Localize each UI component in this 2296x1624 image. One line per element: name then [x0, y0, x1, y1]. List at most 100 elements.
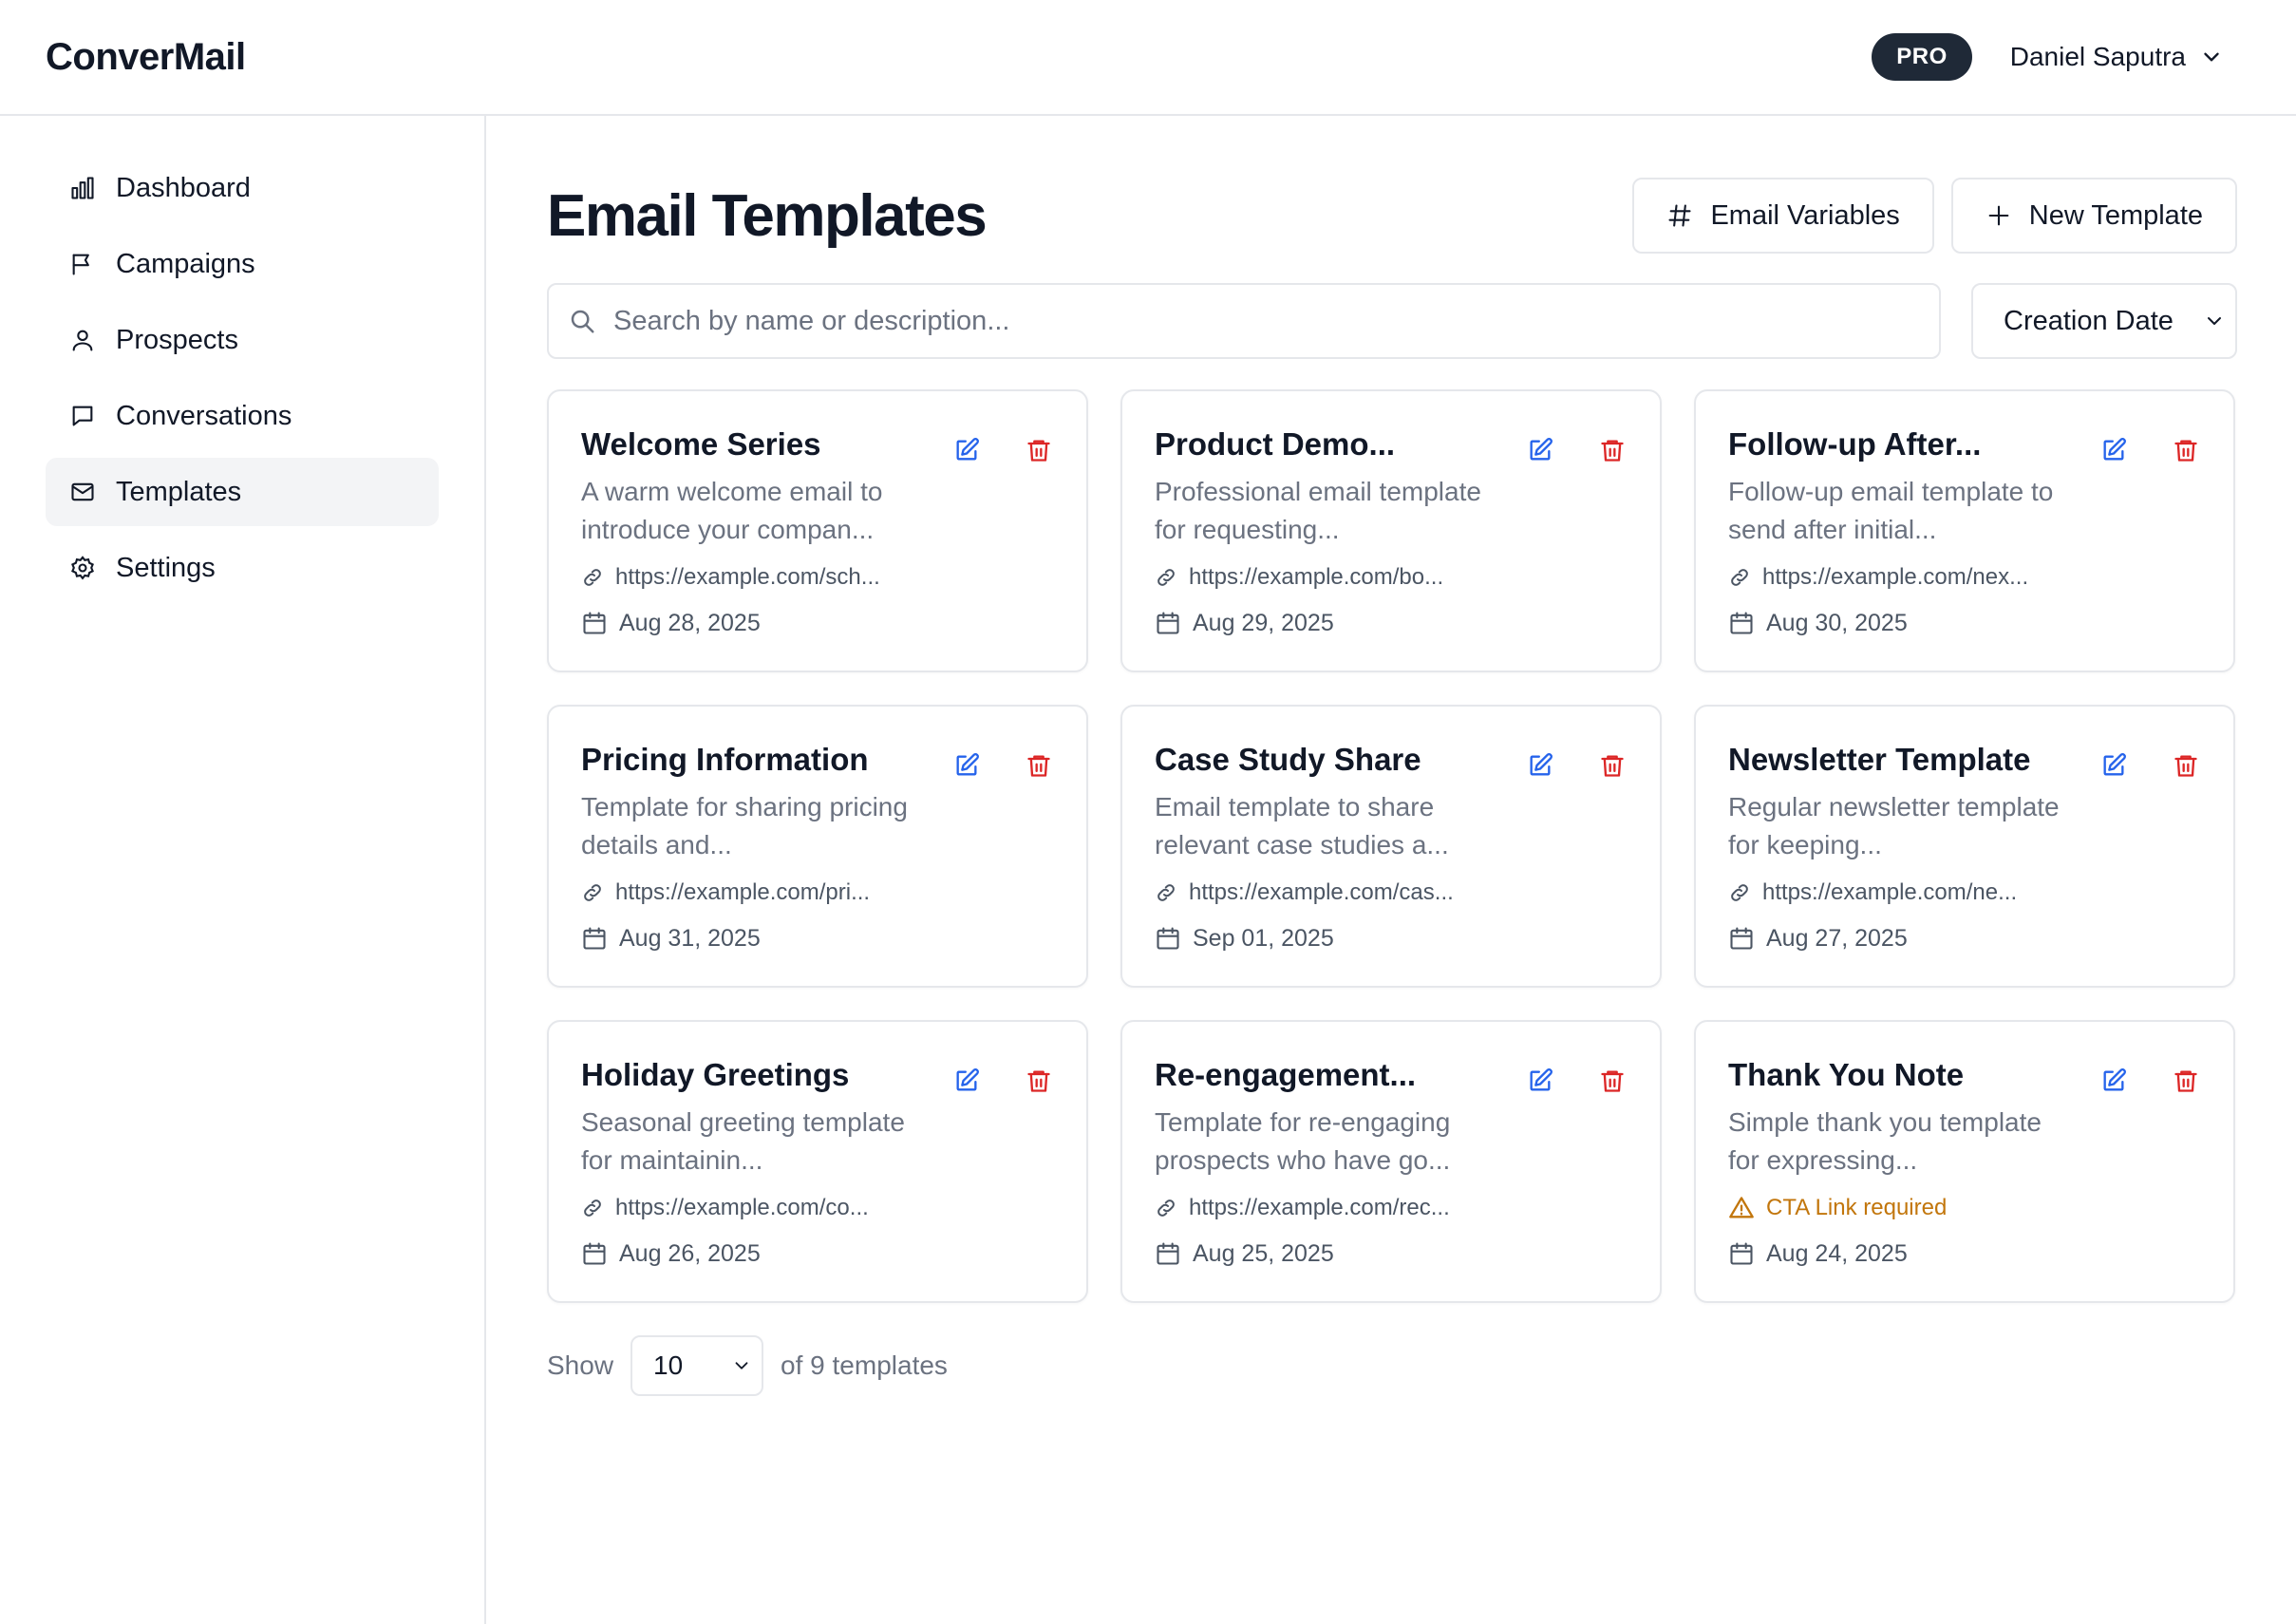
chevron-down-icon [735, 1362, 748, 1369]
app-logo[interactable]: ConverMail [46, 36, 246, 79]
plan-badge: PRO [1872, 33, 1972, 81]
delete-button[interactable] [1597, 1066, 1628, 1096]
card-actions [1525, 1066, 1628, 1096]
template-card[interactable]: Thank You Note Simple thank you template… [1694, 1020, 2235, 1303]
delete-button[interactable] [1024, 435, 1054, 465]
edit-button[interactable] [2098, 750, 2129, 781]
template-title: Product Demo... [1155, 426, 1396, 462]
edit-button[interactable] [1525, 750, 1555, 781]
edit-button[interactable] [2098, 435, 2129, 465]
link-icon [1731, 569, 1748, 586]
delete-button[interactable] [1597, 435, 1628, 465]
template-card[interactable]: Re-engagement... Template for re-engagin… [1120, 1020, 1662, 1303]
template-date-text: Aug 24, 2025 [1766, 1239, 1908, 1267]
delete-button[interactable] [2171, 435, 2201, 465]
card-actions [2098, 1066, 2201, 1096]
chart-bar-icon [68, 174, 97, 202]
search-input[interactable] [613, 305, 1920, 337]
delete-button[interactable] [1024, 750, 1054, 781]
template-card[interactable]: Case Study Share Email template to share… [1120, 705, 1662, 988]
email-variables-label: Email Variables [1710, 199, 1900, 231]
edit-icon [1530, 753, 1553, 776]
calendar-icon [583, 612, 606, 634]
template-date-text: Aug 28, 2025 [619, 609, 761, 636]
user-menu[interactable]: Daniel Saputra [2010, 42, 2224, 72]
page-title: Email Templates [547, 182, 988, 249]
edit-button[interactable] [2098, 1066, 2129, 1096]
trash-icon [1601, 1070, 1624, 1092]
email-variables-button[interactable]: Email Variables [1632, 178, 1934, 254]
edit-button[interactable] [1525, 1066, 1555, 1096]
template-card[interactable]: Welcome Series A warm welcome email to i… [547, 389, 1088, 672]
chevron-down-icon [2204, 52, 2219, 62]
template-description: Template for sharing pricing details and… [581, 792, 908, 859]
sidebar-item-label: Templates [116, 476, 242, 507]
sidebar-item-dashboard[interactable]: Dashboard [46, 154, 439, 222]
card-actions [2098, 750, 2201, 781]
sidebar-item-settings[interactable]: Settings [46, 534, 439, 602]
edit-button[interactable] [951, 750, 982, 781]
edit-icon [2103, 1068, 2126, 1091]
edit-button[interactable] [951, 435, 982, 465]
template-description: Professional email template for requesti… [1155, 477, 1481, 544]
template-date: Sep 01, 2025 [1155, 921, 1628, 955]
link-icon [584, 884, 601, 901]
edit-button[interactable] [1525, 435, 1555, 465]
chat-bubble-icon [68, 402, 97, 430]
template-description: Email template to share relevant case st… [1155, 792, 1449, 859]
show-label: Show [547, 1350, 614, 1380]
template-date: Aug 24, 2025 [1728, 1237, 2201, 1271]
delete-button[interactable] [1597, 750, 1628, 781]
calendar-icon [1157, 1242, 1179, 1265]
search-row: Creation Date [547, 283, 2237, 359]
template-description: Regular newsletter template for keeping.… [1728, 792, 2060, 859]
template-date: Aug 25, 2025 [1155, 1237, 1628, 1271]
page-size-select[interactable]: 10 [630, 1335, 764, 1396]
edit-icon [956, 1068, 979, 1091]
template-title: Welcome Series [581, 426, 821, 462]
delete-button[interactable] [1024, 1066, 1054, 1096]
template-date: Aug 31, 2025 [581, 921, 1054, 955]
template-card[interactable]: Follow-up After... Follow-up email templ… [1694, 389, 2235, 672]
card-actions [1525, 750, 1628, 781]
template-card[interactable]: Pricing Information Template for sharing… [547, 705, 1088, 988]
template-link-text: https://example.com/co... [615, 1195, 869, 1220]
user-icon [68, 326, 97, 354]
sort-select[interactable]: Creation Date [1971, 283, 2237, 359]
template-link: https://example.com/sch... [581, 560, 1054, 595]
calendar-icon [583, 1242, 606, 1265]
link-icon [1157, 884, 1175, 901]
calendar-icon [583, 927, 606, 950]
sidebar-item-templates[interactable]: Templates [46, 458, 439, 526]
link-icon [584, 1199, 601, 1217]
edit-button[interactable] [951, 1066, 982, 1096]
edit-icon [1530, 1068, 1553, 1091]
sidebar-item-label: Prospects [116, 324, 238, 355]
template-description: Template for re-engaging prospects who h… [1155, 1107, 1451, 1175]
template-card[interactable]: Product Demo... Professional email templ… [1120, 389, 1662, 672]
edit-icon [956, 753, 979, 776]
link-icon [584, 569, 601, 586]
sidebar-item-conversations[interactable]: Conversations [46, 382, 439, 450]
calendar-icon [1157, 612, 1179, 634]
template-card[interactable]: Holiday Greetings Seasonal greeting temp… [547, 1020, 1088, 1303]
pagination-summary: of 9 templates [781, 1350, 948, 1380]
user-name: Daniel Saputra [2009, 42, 2186, 71]
sidebar-item-campaigns[interactable]: Campaigns [46, 230, 439, 298]
new-template-button[interactable]: New Template [1950, 178, 2237, 254]
edit-icon [2103, 753, 2126, 776]
delete-button[interactable] [2171, 750, 2201, 781]
plus-icon [1988, 205, 2009, 226]
template-title: Holiday Greetings [581, 1057, 850, 1092]
template-link-text: https://example.com/bo... [1189, 564, 1444, 590]
topbar-right: PRO Daniel Saputra [1872, 33, 2224, 81]
template-title: Pricing Information [581, 742, 869, 777]
template-link: https://example.com/ne... [1728, 876, 2201, 910]
template-card[interactable]: Newsletter Template Regular newsletter t… [1694, 705, 2235, 988]
template-link-text: https://example.com/sch... [615, 564, 880, 590]
cta-link-warning: CTA Link required [1728, 1191, 2201, 1225]
template-link: https://example.com/pri... [581, 876, 1054, 910]
chevron-down-icon [2208, 317, 2221, 325]
delete-button[interactable] [2171, 1066, 2201, 1096]
sidebar-item-prospects[interactable]: Prospects [46, 306, 439, 374]
